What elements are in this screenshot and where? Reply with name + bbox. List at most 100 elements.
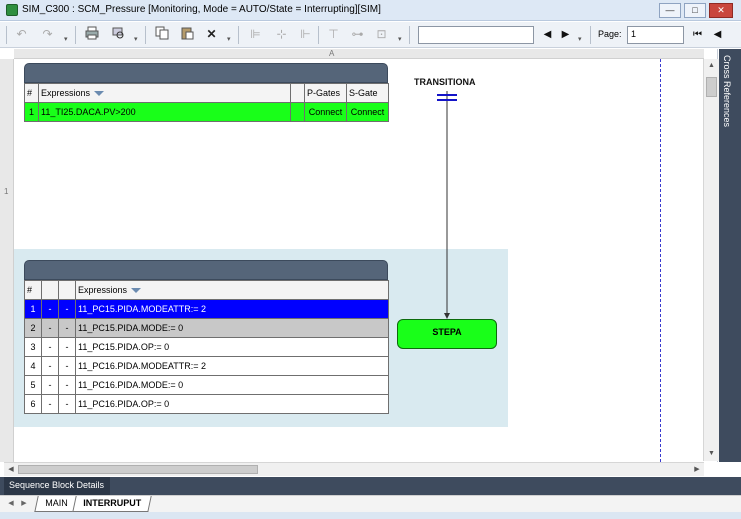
page-input[interactable]: 1 [627,26,684,44]
tab-interruput[interactable]: INTERRUPUT [72,496,152,512]
align-center-icon[interactable]: ⊹ [272,25,291,44]
search-input[interactable] [418,26,534,44]
sheet-tab-bar: ◀ ▶ MAIN INTERRUPUT [0,495,741,512]
window-title: SIM_C300 : SCM_Pressure [Monitoring, Mod… [22,4,381,15]
toolbar-separator [409,26,410,44]
align-left-icon[interactable]: ⊫ [246,25,265,44]
sequence-block-details-tab[interactable]: Sequence Block Details [4,477,111,495]
next-icon[interactable]: ▶ [556,25,575,44]
row-number: 1 [24,102,39,122]
transition-grid-header[interactable] [24,63,388,83]
vertical-scrollbar[interactable]: ▲ ▼ [703,59,719,461]
details-bar: Sequence Block Details [0,477,741,495]
toolbar-separator [75,26,76,44]
cell: - [41,394,59,414]
column-header-p-gates: P-Gates [304,83,347,103]
tab-prev-icon[interactable]: ◀ [5,498,17,510]
column-header: # [24,280,42,300]
align-right-icon[interactable]: ⊩ [296,25,315,44]
cell: - [41,337,59,357]
step-grid: # Expressions 1 - - 11_PC15.PIDA.MODEATT… [24,280,389,414]
tab-next-icon[interactable]: ▶ [18,498,30,510]
print-preview-icon[interactable] [108,25,127,44]
cell: - [58,394,76,414]
sort-icon[interactable] [94,91,105,97]
horizontal-scrollbar[interactable]: ◀ ▶ [4,462,704,476]
table-row[interactable]: 6 - - 11_PC16.PIDA.OP:= 0 [24,394,389,414]
cell: - [41,299,59,319]
ruler-column-label: A [329,49,335,58]
chevron-down-icon[interactable]: ▾ [578,36,585,43]
cell: - [41,318,59,338]
ruler-left: 1 [0,59,14,462]
scroll-right-icon[interactable]: ▶ [690,463,704,476]
toolbar-grip [6,26,7,44]
title-bar: SIM_C300 : SCM_Pressure [Monitoring, Mod… [0,0,741,21]
align-top-icon[interactable]: ⊤ [324,25,343,44]
page-boundary [660,59,661,462]
redo-icon[interactable]: ↷ [38,25,57,44]
print-icon[interactable] [82,25,101,44]
expression-cell[interactable]: 11_PC16.PIDA.MODEATTR:= 2 [75,356,389,376]
s-gate-cell[interactable]: Connect [346,102,389,122]
row-number: 1 [24,299,42,319]
align-middle-icon[interactable]: ⊶ [348,25,367,44]
blank-cell [290,102,305,122]
copy-icon[interactable] [152,25,171,44]
chevron-down-icon[interactable]: ▾ [398,36,405,43]
table-row[interactable]: 2 - - 11_PC15.PIDA.MODE:= 0 [24,318,389,338]
expression-cell[interactable]: 11_TI25.DACA.PV>200 [38,102,291,122]
table-row[interactable]: 3 - - 11_PC15.PIDA.OP:= 0 [24,337,389,357]
step-block[interactable]: STEPA [397,319,497,349]
toolbar-separator [145,26,146,44]
minimize-button[interactable]: — [659,3,681,18]
delete-icon[interactable]: ✕ [202,25,221,44]
cell: - [41,375,59,395]
first-page-icon[interactable]: ⏮ [688,25,707,44]
row-number: 5 [24,375,42,395]
column-header [290,83,305,103]
table-row[interactable]: 4 - - 11_PC16.PIDA.MODEATTR:= 2 [24,356,389,376]
step-grid-header[interactable] [24,260,388,280]
p-gates-cell[interactable]: Connect [304,102,347,122]
scroll-up-icon[interactable]: ▲ [704,59,719,73]
maximize-button[interactable]: □ [684,3,706,18]
table-row[interactable]: 1 - - 11_PC15.PIDA.MODEATTR:= 2 [24,299,389,319]
row-number: 3 [24,337,42,357]
sfc-connector [437,91,457,319]
scroll-thumb[interactable] [706,77,717,97]
expression-cell[interactable]: 11_PC16.PIDA.MODE:= 0 [75,375,389,395]
prev-icon[interactable]: ◀ [538,25,557,44]
row-number: 2 [24,318,42,338]
cell: - [58,375,76,395]
chevron-down-icon[interactable]: ▾ [64,36,71,43]
distribute-icon[interactable]: ⊡ [372,25,391,44]
sort-icon[interactable] [131,288,142,294]
chevron-down-icon[interactable]: ▾ [227,36,234,43]
transition-grid: # Expressions P-Gates S-Gate 1 11_TI25.D… [24,83,389,122]
column-header-expressions[interactable]: Expressions [38,83,291,103]
page-label: Page: [598,29,622,39]
cross-references-pane[interactable]: Cross References [719,49,741,462]
close-button[interactable]: ✕ [709,3,733,18]
scroll-thumb[interactable] [18,465,258,474]
column-header-s-gate: S-Gate [346,83,389,103]
expression-cell[interactable]: 11_PC15.PIDA.MODE:= 0 [75,318,389,338]
expression-cell[interactable]: 11_PC15.PIDA.OP:= 0 [75,337,389,357]
table-row[interactable]: 1 11_TI25.DACA.PV>200 Connect Connect [24,102,389,122]
chart-canvas[interactable]: A 1 # Expressions P-Gates S-Gate 1 11_TI… [0,49,718,462]
prev-page-icon[interactable]: ◀ [708,25,727,44]
cell: - [58,356,76,376]
expression-cell[interactable]: 11_PC16.PIDA.OP:= 0 [75,394,389,414]
row-number: 6 [24,394,42,414]
bottom-strip [0,512,741,519]
paste-icon[interactable] [177,25,196,44]
column-header-expressions[interactable]: Expressions [75,280,389,300]
scroll-left-icon[interactable]: ◀ [4,463,18,476]
cross-references-label[interactable]: Cross References [722,55,732,127]
undo-icon[interactable]: ↶ [12,25,31,44]
scroll-down-icon[interactable]: ▼ [704,447,719,461]
table-row[interactable]: 5 - - 11_PC16.PIDA.MODE:= 0 [24,375,389,395]
chevron-down-icon[interactable]: ▾ [134,36,141,43]
expression-cell[interactable]: 11_PC15.PIDA.MODEATTR:= 2 [75,299,389,319]
